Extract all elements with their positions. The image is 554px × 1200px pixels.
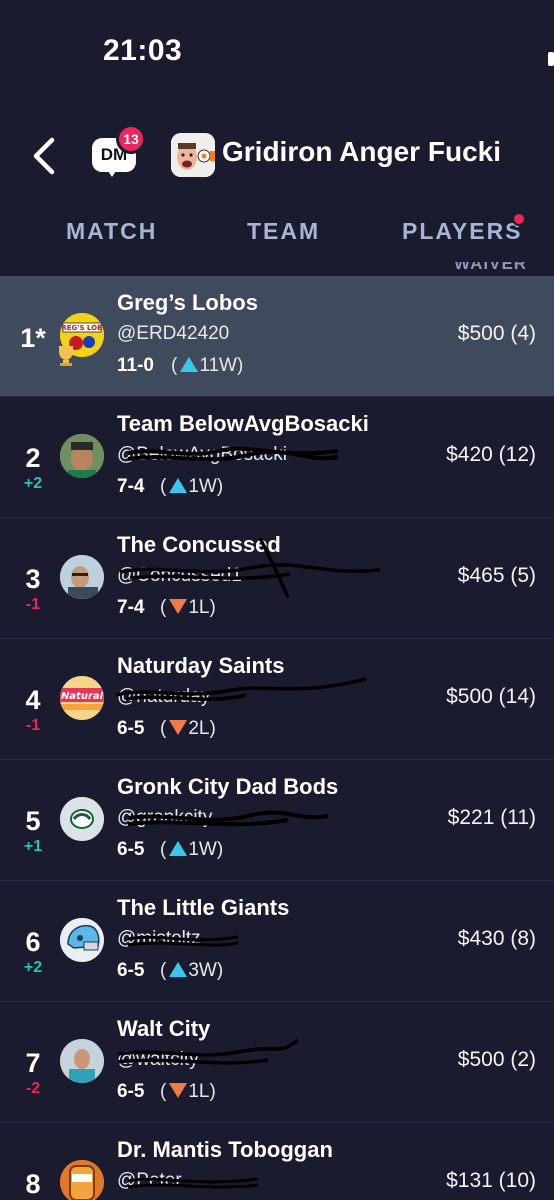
team-record: 11-0	[117, 355, 154, 376]
team-streak: (3W)	[160, 960, 224, 981]
standings-row-5[interactable]: 5 +1 Gronk City Dad Bods @gronkcity 6-5 …	[0, 760, 554, 881]
nav-bar: DM 13 Gridiron Anger Fucki	[0, 118, 554, 194]
team-streak: (11W)	[171, 355, 244, 376]
team-streak: (1L)	[160, 1081, 216, 1102]
team-avatar: Natural	[60, 676, 104, 720]
rank-change: +2	[23, 959, 43, 976]
rank-change: +1	[23, 838, 43, 855]
league-avatar-image	[171, 133, 215, 177]
rank-number: 7	[25, 1048, 41, 1078]
league-avatar[interactable]	[171, 133, 215, 177]
standings-row-2[interactable]: 2 +2 Team BelowAvgBosacki @BelowAvgBosac…	[0, 397, 554, 518]
svg-text:GREG'S LOBO: GREG'S LOBO	[60, 324, 104, 332]
redaction-scribble	[128, 446, 338, 462]
streak-value: 1L	[188, 1081, 210, 1102]
streak-up-icon	[180, 357, 199, 372]
standings-row-3[interactable]: 3 -1 The Concussed @Concussed1 7-4 (1L) …	[0, 518, 554, 639]
team-name: Gronk City Dad Bods	[117, 774, 339, 799]
rank-change: +2	[23, 475, 43, 492]
rank-number: 4	[25, 685, 41, 715]
streak-value: 1L	[188, 597, 210, 618]
streak-up-icon	[169, 841, 188, 856]
waiver-budget: $500 (2)	[457, 1048, 536, 1071]
streak-up-icon	[169, 478, 188, 493]
team-streak: (2L)	[160, 718, 216, 739]
waiver-budget: $500 (4)	[457, 322, 536, 345]
waiver-budget: $465 (5)	[457, 564, 536, 587]
team-avatar	[60, 918, 104, 962]
team-name: The Little Giants	[117, 895, 290, 920]
streak-value: 1W	[188, 476, 217, 497]
rank-change: -1	[25, 596, 41, 613]
dm-unread-badge: 13	[116, 124, 146, 154]
streak-down-icon	[169, 599, 188, 614]
streak-value: 3W	[188, 960, 217, 981]
status-time: 21:03	[103, 34, 183, 67]
back-button[interactable]	[24, 132, 64, 180]
waiver-budget: $221 (11)	[447, 806, 536, 829]
team-avatar	[60, 555, 104, 599]
redaction-scribble	[128, 1177, 258, 1189]
svg-text:Natural: Natural	[61, 691, 104, 702]
team-avatar	[60, 1160, 104, 1200]
standings-row-1[interactable]: 1* GREG'S LOBO Greg’s Lobos @ERD42420 11…	[0, 276, 554, 397]
league-title[interactable]: Gridiron Anger Fucki	[222, 136, 554, 168]
redaction-scribble	[128, 810, 328, 827]
tab-team[interactable]: TEAM	[247, 218, 320, 245]
team-avatar	[60, 797, 104, 841]
standings-row-7[interactable]: 7 -2 Walt City @waltcity 6-5 (1L) $500 (…	[0, 1002, 554, 1123]
team-record: 6-5	[117, 960, 145, 981]
redaction-scribble	[128, 935, 238, 947]
team-name: Dr. Mantis Toboggan	[117, 1137, 333, 1162]
rank-change: -2	[25, 1080, 41, 1097]
waiver-column-header: WAIVER	[454, 262, 528, 273]
rank-change: -1	[25, 717, 41, 734]
dm-bubble-tail	[106, 168, 118, 177]
team-name: Greg’s Lobos	[117, 290, 258, 315]
standings-list[interactable]: WAIVER 1* GREG'S LOBO Greg’s Lobos @ERD4…	[0, 262, 554, 1200]
team-record: 7-4	[117, 597, 145, 618]
team-handle: @ERD42420	[117, 323, 230, 344]
chevron-left-icon	[33, 137, 55, 175]
direct-messages-button[interactable]: DM 13	[92, 124, 146, 178]
rank-number: 8	[25, 1169, 41, 1199]
rank-number: 5	[25, 806, 41, 836]
streak-value: 11W	[199, 355, 237, 376]
redaction-scribble	[120, 538, 380, 598]
team-record: 6-5	[117, 1081, 145, 1102]
trophy-icon	[59, 346, 73, 366]
players-notification-dot	[512, 212, 526, 226]
status-bar: 21:03	[0, 0, 554, 105]
team-record: 6-5	[117, 839, 145, 860]
team-avatar	[60, 434, 104, 478]
team-record: 7-4	[117, 476, 145, 497]
waiver-budget: $131 (10)	[446, 1169, 536, 1192]
rank-number: 2	[25, 443, 41, 473]
rank-number: 6	[25, 927, 41, 957]
streak-value: 1W	[188, 839, 217, 860]
team-streak: (1L)	[160, 597, 216, 618]
standings-row-8[interactable]: 8 Dr. Mantis Toboggan @Peter $131 (10)	[0, 1123, 554, 1200]
streak-up-icon	[169, 962, 188, 977]
standings-row-4[interactable]: 4 -1 Natural Naturday Saints @naturday 6…	[0, 639, 554, 760]
streak-value: 2L	[188, 718, 210, 739]
standings-row-6[interactable]: 6 +2 The Little Giants @mistoltz 6-5 (3W…	[0, 881, 554, 1002]
team-avatar	[60, 1039, 104, 1083]
redaction-scribble	[116, 677, 366, 701]
waiver-budget: $500 (14)	[446, 685, 536, 708]
team-name: Team BelowAvgBosacki	[117, 411, 369, 436]
redaction-scribble	[118, 1038, 298, 1065]
tab-bar: MATCH TEAM PLAYERS	[0, 210, 554, 254]
team-streak: (1W)	[160, 476, 224, 497]
tab-players[interactable]: PLAYERS	[402, 218, 523, 245]
status-indicator	[548, 52, 554, 66]
team-record: 6-5	[117, 718, 145, 739]
rank-number: 3	[25, 564, 41, 594]
tab-match[interactable]: MATCH	[66, 218, 157, 245]
waiver-budget: $420 (12)	[446, 443, 536, 466]
streak-down-icon	[169, 720, 188, 735]
waiver-budget: $430 (8)	[457, 927, 536, 950]
team-streak: (1W)	[160, 839, 224, 860]
streak-down-icon	[169, 1083, 188, 1098]
